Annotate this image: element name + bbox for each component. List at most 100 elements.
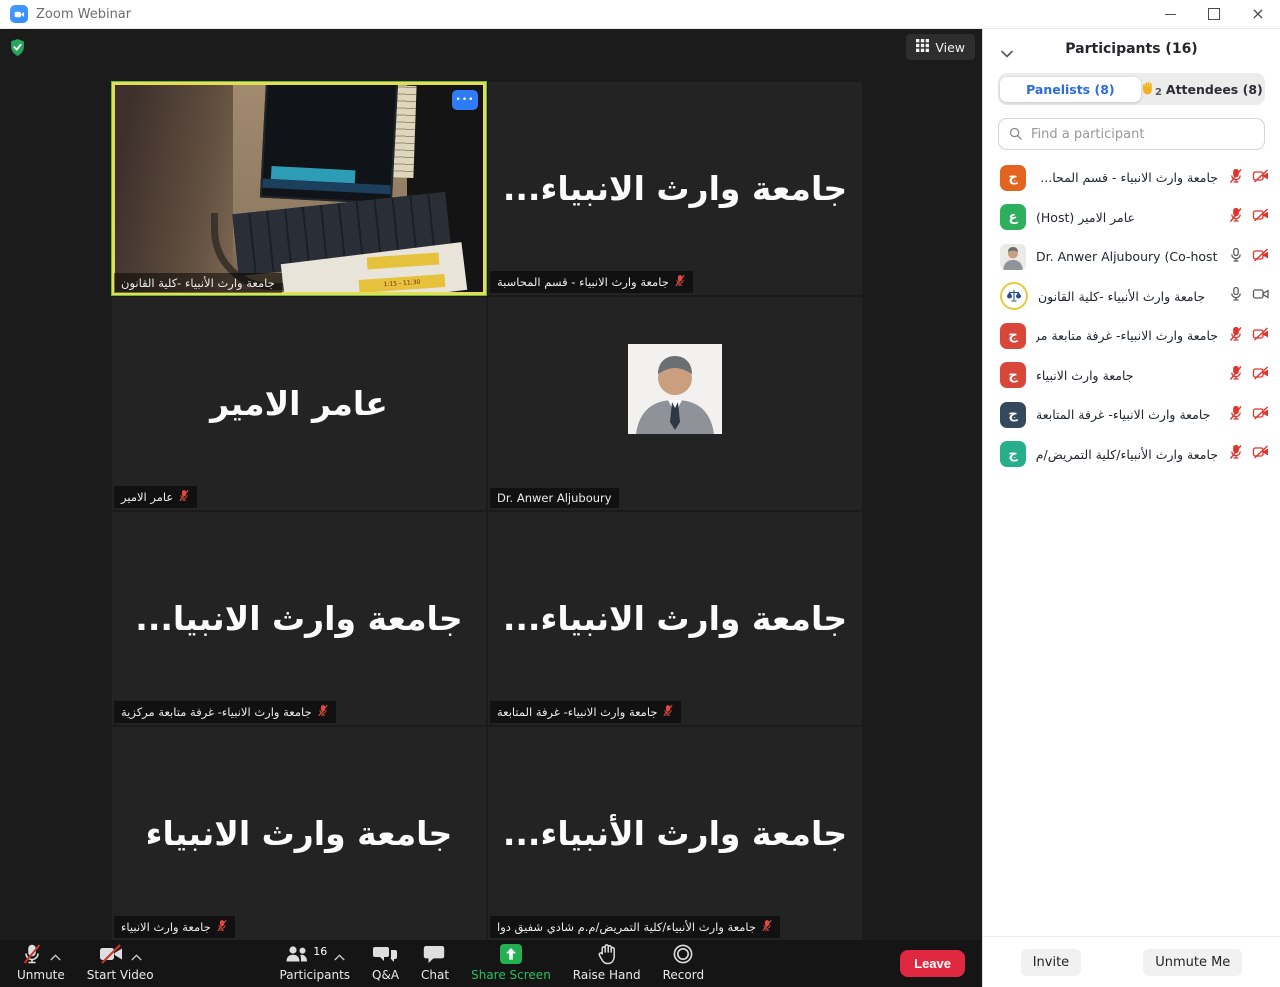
tile-name-label: جامعة وارث الأنبياء/كلية التمريض/م.م شاد… (490, 916, 780, 938)
participant-avatar: ج (1000, 165, 1026, 191)
search-input[interactable] (1029, 126, 1254, 143)
participant-name: جامعة وارث الانبياء - قسم المحا... (Me) (1036, 170, 1218, 185)
video-off-icon (1252, 247, 1270, 267)
mic-muted-icon (1228, 168, 1244, 188)
video-tile[interactable]: جامعة وارث الأنبياء...جامعة وارث الأنبيا… (488, 727, 862, 940)
raised-hands-count: 2 (1155, 87, 1162, 98)
tile-name-label: عامر الامير (114, 486, 197, 508)
view-button[interactable]: View (906, 34, 975, 60)
tile-name-label: جامعة وارث الانبياء- غرفة المتابعة (490, 701, 681, 723)
zoom-webinar-window: Zoom Webinar × View 1:15 - 11: (0, 0, 1280, 987)
mic-muted-icon (1228, 405, 1244, 425)
participants-button[interactable]: 16 Participants (269, 942, 362, 985)
qa-button[interactable]: Q&A (361, 942, 410, 985)
participants-tabs: Panelists (8) 2 Attendees (8) (998, 73, 1265, 105)
participant-search (998, 118, 1265, 150)
video-tile[interactable]: جامعة وارث الانبيا...جامعة وارث الانبياء… (112, 512, 486, 725)
qa-bubbles-icon (373, 943, 399, 969)
maximize-button[interactable] (1192, 0, 1236, 28)
view-button-label: View (935, 40, 965, 55)
share-screen-button[interactable]: Share Screen (460, 942, 562, 985)
tile-name-label: جامعة وارث الانبياء (114, 916, 235, 938)
chevron-up-icon[interactable] (334, 946, 345, 965)
participants-panel: Participants (16) Panelists (8) 2 Attend… (982, 28, 1280, 987)
toolbar-item-label: Chat (421, 968, 449, 982)
raise-hand-button[interactable]: Raise Hand (562, 942, 652, 985)
meeting-toolbar: Unmute Start Video 16 Participants Q&A C… (0, 940, 981, 987)
toolbar-item-label: Raise Hand (573, 968, 641, 982)
participant-row[interactable]: Dr. Anwer Aljuboury (Co-host) (983, 237, 1280, 277)
invite-button[interactable]: Invite (1021, 949, 1081, 976)
unmute-button[interactable]: Unmute (6, 942, 76, 985)
start-video-button[interactable]: Start Video (76, 942, 165, 985)
chevron-up-icon[interactable] (131, 946, 142, 965)
participant-avatar (1000, 244, 1026, 270)
tab-panelists[interactable]: Panelists (8) (1000, 77, 1141, 102)
video-tile[interactable]: جامعة وارث الانبياء...جامعة وارث الانبيا… (488, 512, 862, 725)
search-icon (1009, 125, 1022, 144)
mic-muted-icon (1228, 326, 1244, 346)
participant-name: Dr. Anwer Aljuboury (Co-host) (1036, 249, 1218, 264)
toolbar-item-label: Record (663, 968, 704, 982)
chevron-up-icon[interactable] (50, 946, 61, 965)
participant-avatar: ج (1000, 402, 1026, 428)
toolbar-item-label: Start Video (87, 968, 154, 982)
security-shield-icon[interactable] (9, 38, 26, 61)
window-title: Zoom Webinar (36, 7, 131, 22)
participant-row[interactable]: ج جامعة وارث الأنبياء/كلية التمريض/م.م..… (983, 435, 1280, 475)
chat-bubble-icon (423, 943, 447, 969)
tile-display-name: عامر الامير (112, 297, 486, 510)
tab-attendees[interactable]: 2 Attendees (8) (1141, 76, 1263, 103)
participant-row[interactable]: ج جامعة وارث الانبياء- غرفة متابعة مرك..… (983, 316, 1280, 356)
video-tile[interactable]: 1:15 - 11:30 جامعة وارث الأنبياء -كلية ا… (112, 82, 486, 295)
video-tile-grid: 1:15 - 11:30 جامعة وارث الأنبياء -كلية ا… (112, 82, 862, 940)
participants-header: Participants (16) (983, 28, 1280, 70)
unmute-me-button[interactable]: Unmute Me (1143, 949, 1242, 976)
participant-avatar: ع (1000, 204, 1026, 230)
participant-row[interactable]: ج جامعة وارث الانبياء (983, 356, 1280, 396)
video-tile[interactable]: Dr. Anwer Aljuboury (488, 297, 862, 510)
participant-row[interactable]: ع عامر الامير (Host) (983, 198, 1280, 238)
leave-button[interactable]: Leave (900, 950, 965, 977)
record-icon (672, 943, 694, 969)
toolbar-item-label: Share Screen (471, 968, 551, 982)
participant-avatar: ج (1000, 323, 1026, 349)
participant-name: جامعة وارث الانبياء (1036, 368, 1218, 383)
video-tile[interactable]: جامعة وارث الانبياء...جامعة وارث الانبيا… (488, 82, 862, 295)
tile-name-label: جامعة وارث الانبياء - قسم المحاسبة (490, 271, 693, 293)
muted-mic-icon (674, 274, 686, 290)
close-button[interactable]: × (1236, 0, 1280, 28)
participant-name: جامعة وارث الانبياء- غرفة متابعة مرك... (1036, 328, 1218, 343)
video-tile[interactable]: جامعة وارث الانبياءجامعة وارث الانبياء (112, 727, 486, 940)
collapse-chevron-icon[interactable] (1001, 43, 1013, 62)
participants-list: ج جامعة وارث الانبياء - قسم المحا... (Me… (983, 158, 1280, 474)
tile-name-label: جامعة وارث الأنبياء -كلية القانون (114, 273, 282, 293)
participant-row[interactable]: ج جامعة وارث الانبياء - قسم المحا... (Me… (983, 158, 1280, 198)
mic-muted-icon (1228, 444, 1244, 464)
record-button[interactable]: Record (652, 942, 715, 985)
chat-button[interactable]: Chat (410, 942, 460, 985)
tile-name-label: Dr. Anwer Aljuboury (490, 488, 619, 508)
mic-muted-icon (1228, 365, 1244, 385)
tile-name-label: جامعة وارث الانبياء- غرفة متابعة مركزية (114, 701, 336, 723)
participants-title: Participants (16) (1065, 41, 1197, 57)
video-area: View 1:15 - 11:30 جامعة وارث الأنبياء -ك… (0, 28, 981, 987)
mic-on-icon (1228, 286, 1244, 306)
profile-photo (628, 344, 722, 438)
camera-feed: 1:15 - 11:30 (115, 85, 483, 292)
participant-row[interactable]: ج جامعة وارث الانبياء- غرفة المتابعة (983, 395, 1280, 435)
mic-on-icon (1228, 247, 1244, 267)
tile-more-options-button[interactable]: ••• (452, 90, 478, 110)
participant-row[interactable]: جامعة وارث الأنبياء -كلية القانون (983, 277, 1280, 317)
toolbar-item-label: Participants (280, 968, 351, 982)
people-icon (284, 943, 310, 969)
toolbar-item-label: Unmute (17, 968, 65, 982)
raise-hand-icon (597, 943, 617, 969)
video-on-icon (1252, 286, 1270, 306)
video-tile[interactable]: عامر الاميرعامر الامير (112, 297, 486, 510)
participant-avatar: ج (1000, 362, 1026, 388)
university-logo-avatar (1000, 282, 1028, 310)
minimize-button[interactable] (1148, 0, 1192, 28)
tile-display-name: جامعة وارث الأنبياء... (488, 727, 862, 940)
zoom-logo-icon (10, 5, 28, 23)
